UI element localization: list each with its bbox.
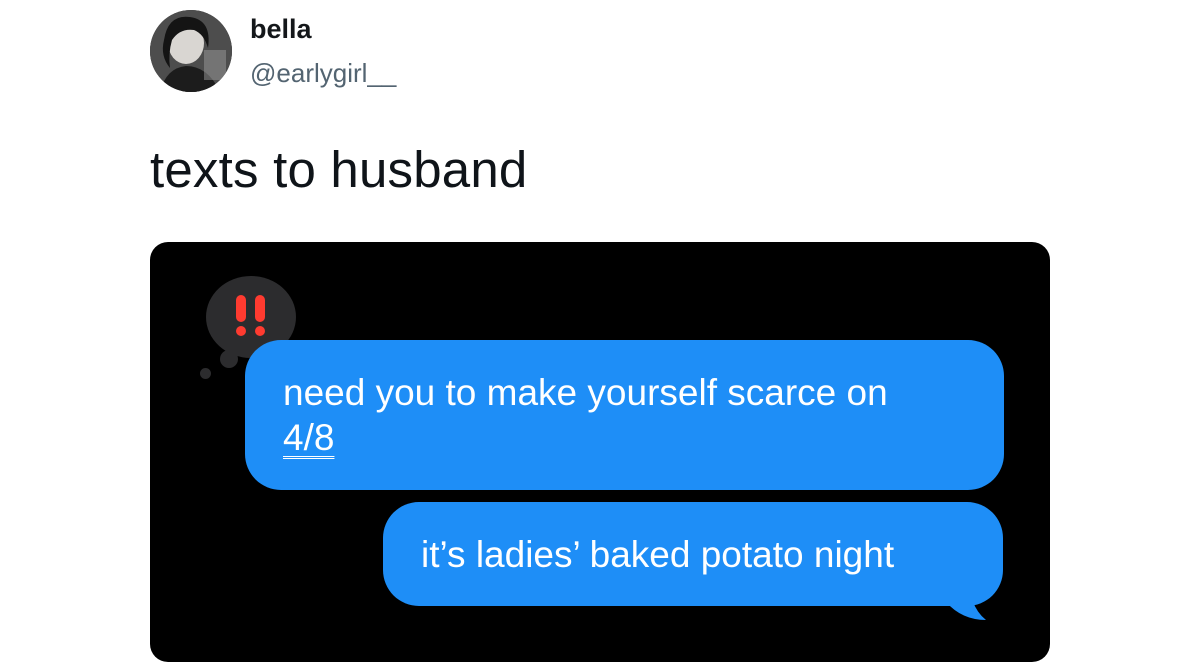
message-text: it’s ladies’ baked potato night bbox=[421, 534, 895, 575]
tapback-tail bbox=[220, 350, 238, 368]
display-name[interactable]: bella bbox=[250, 14, 312, 45]
date-link[interactable]: 4/8 bbox=[283, 417, 334, 458]
message-text: need you to make yourself scarce on bbox=[283, 372, 888, 413]
message-bubble[interactable]: it’s ladies’ baked potato night bbox=[383, 502, 1003, 606]
avatar-photo bbox=[150, 10, 232, 92]
double-exclamation-icon bbox=[231, 292, 271, 343]
tapback-tail-dot bbox=[200, 368, 211, 379]
tweet-text: texts to husband bbox=[150, 141, 528, 198]
avatar[interactable] bbox=[150, 10, 232, 92]
message-bubble[interactable]: need you to make yourself scarce on 4/8 bbox=[245, 340, 1004, 490]
user-handle[interactable]: @earlygirl__ bbox=[250, 58, 396, 89]
bubble-tail bbox=[946, 570, 986, 620]
